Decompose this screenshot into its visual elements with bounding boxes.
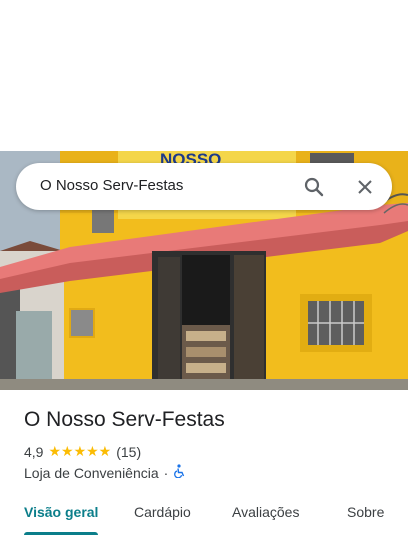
close-icon[interactable] [353,175,377,199]
place-category[interactable]: Loja de Conveniência [24,465,159,481]
separator: · [163,464,169,481]
search-input[interactable]: O Nosso Serv-Festas [40,177,183,194]
wheelchair-icon[interactable] [174,464,186,481]
search-bar[interactable]: O Nosso Serv-Festas [16,163,392,210]
rating-stars: ★★★★★ [48,443,112,459]
rating-value: 4,9 [24,443,44,460]
tab-about[interactable]: Sobre [347,504,384,520]
review-count[interactable]: (15) [116,444,141,460]
tab-overview[interactable]: Visão geral [24,504,98,520]
search-icon[interactable] [302,175,326,199]
tab-menu[interactable]: Cardápio [134,504,191,520]
active-tab-indicator [24,532,98,535]
place-title: O Nosso Serv-Festas [24,408,225,431]
tab-bar: Visão geral Cardápio Avaliações Sobre [0,497,408,542]
tab-reviews[interactable]: Avaliações [232,504,299,520]
category-row: Loja de Conveniência · [24,464,186,481]
rating-row[interactable]: 4,9 ★★★★★ (15) [24,443,141,460]
